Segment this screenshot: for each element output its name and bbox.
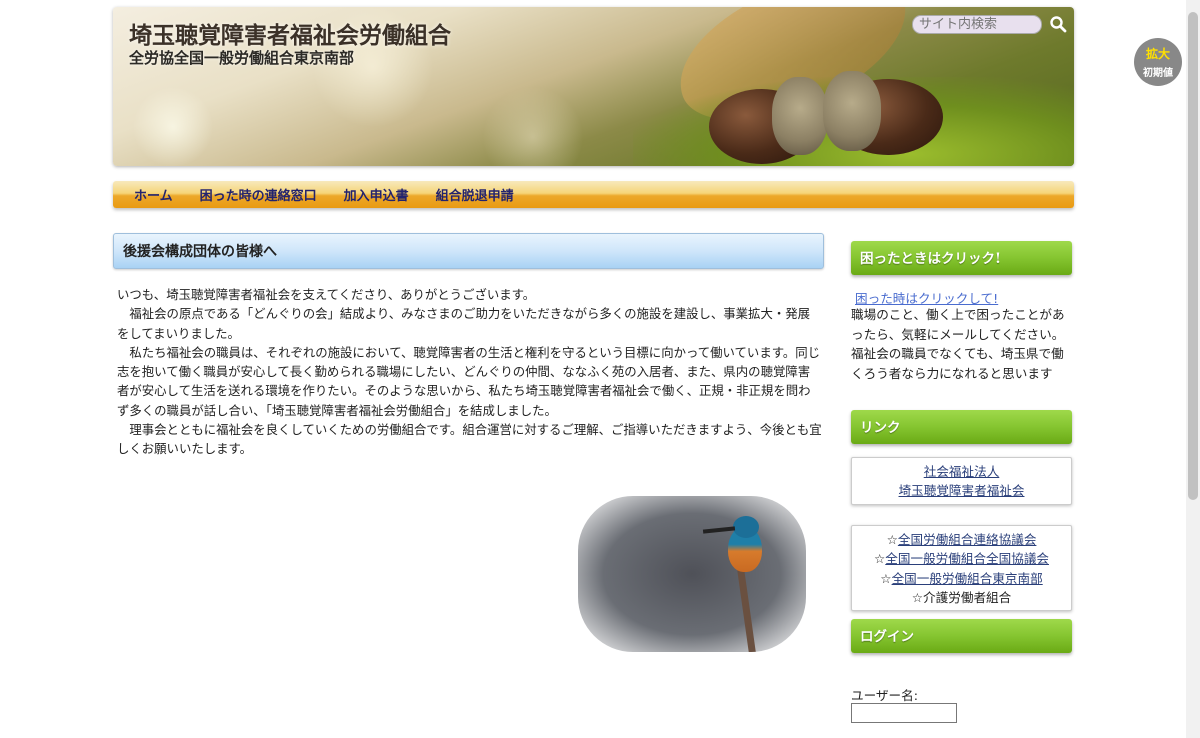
main-nav: ホーム 困った時の連絡窓口 加入申込書 組合脱退申請 (113, 181, 1074, 208)
acorn-cap-image (772, 77, 828, 155)
zoom-reset-button[interactable]: 初期値 (1134, 64, 1182, 79)
nav-application-form[interactable]: 加入申込書 (344, 185, 409, 204)
search-icon[interactable] (1049, 15, 1067, 33)
article-paragraph: 福祉会の原点である「どんぐりの会」結成より、みなさまのご助力をいただきながら多く… (117, 306, 811, 341)
zoom-enlarge-button[interactable]: 拡大 (1134, 45, 1182, 62)
kingfisher-photo (578, 496, 806, 652)
link-zenkoku-ippan-tokyo-nanbu[interactable]: 全国一般労働組合東京南部 (892, 571, 1043, 586)
header-banner: 埼玉聴覚障害者福祉会労働組合 全労協全国一般労働組合東京南部 (113, 7, 1074, 166)
help-widget-heading: 困ったときはクリック! (851, 241, 1072, 275)
site-subtitle: 全労協全国一般労働組合東京南部 (129, 49, 355, 67)
link-zenrokyo[interactable]: 全国労働組合連絡協議会 (898, 532, 1037, 547)
link-zenkoku-ippan-national[interactable]: 全国一般労働組合全国協議会 (885, 551, 1049, 566)
search-input[interactable] (912, 15, 1042, 34)
nav-emergency-contact[interactable]: 困った時の連絡窓口 (200, 185, 317, 204)
help-description: 職場のこと、働く上で困ったことがあったら、気軽にメールしてください。福祉会の職員… (851, 307, 1065, 381)
site-title[interactable]: 埼玉聴覚障害者福祉会労働組合 (129, 16, 451, 50)
username-label: ユーザー名: (851, 688, 918, 703)
scrollbar-thumb[interactable] (1188, 12, 1198, 500)
text-zoom-widget[interactable]: 拡大 初期値 (1134, 38, 1182, 86)
care-workers-union-text: 介護労働者組合 (923, 589, 1012, 605)
links-widget-heading: リンク (851, 410, 1072, 444)
acorn-cap-image (823, 71, 881, 151)
article-paragraph: 私たち福祉会の職員は、それぞれの施設において、聴覚障害者の生活と権利を守るという… (117, 344, 821, 418)
article-paragraph: いつも、埼玉聴覚障害者福祉会を支えてくださり、ありがとうございます。 (117, 287, 536, 302)
link-social-welfare-corp[interactable]: 社会福祉法人 (924, 464, 1000, 479)
nav-home[interactable]: ホーム (134, 185, 173, 204)
username-field[interactable] (851, 703, 957, 723)
link-saitama-welfare[interactable]: 埼玉聴覚障害者福祉会 (899, 483, 1025, 498)
link-box-welfare: 社会福祉法人 埼玉聴覚障害者福祉会 (851, 457, 1072, 505)
main-heading: 後援会構成団体の皆様へ (113, 233, 824, 269)
article-paragraph: 理事会とともに福祉会を良くしていくための労働組合です。組合運営に対するご理解、ご… (117, 422, 822, 457)
nav-withdrawal-request[interactable]: 組合脱退申請 (436, 185, 514, 204)
link-box-unions: ☆全国労働組合連絡協議会 ☆全国一般労働組合全国協議会 ☆全国一般労働組合東京南… (851, 525, 1072, 611)
main-article: いつも、埼玉聴覚障害者福祉会を支えてくださり、ありがとうございます。 福祉会の原… (117, 285, 822, 459)
login-widget-heading: ログイン (851, 619, 1072, 653)
